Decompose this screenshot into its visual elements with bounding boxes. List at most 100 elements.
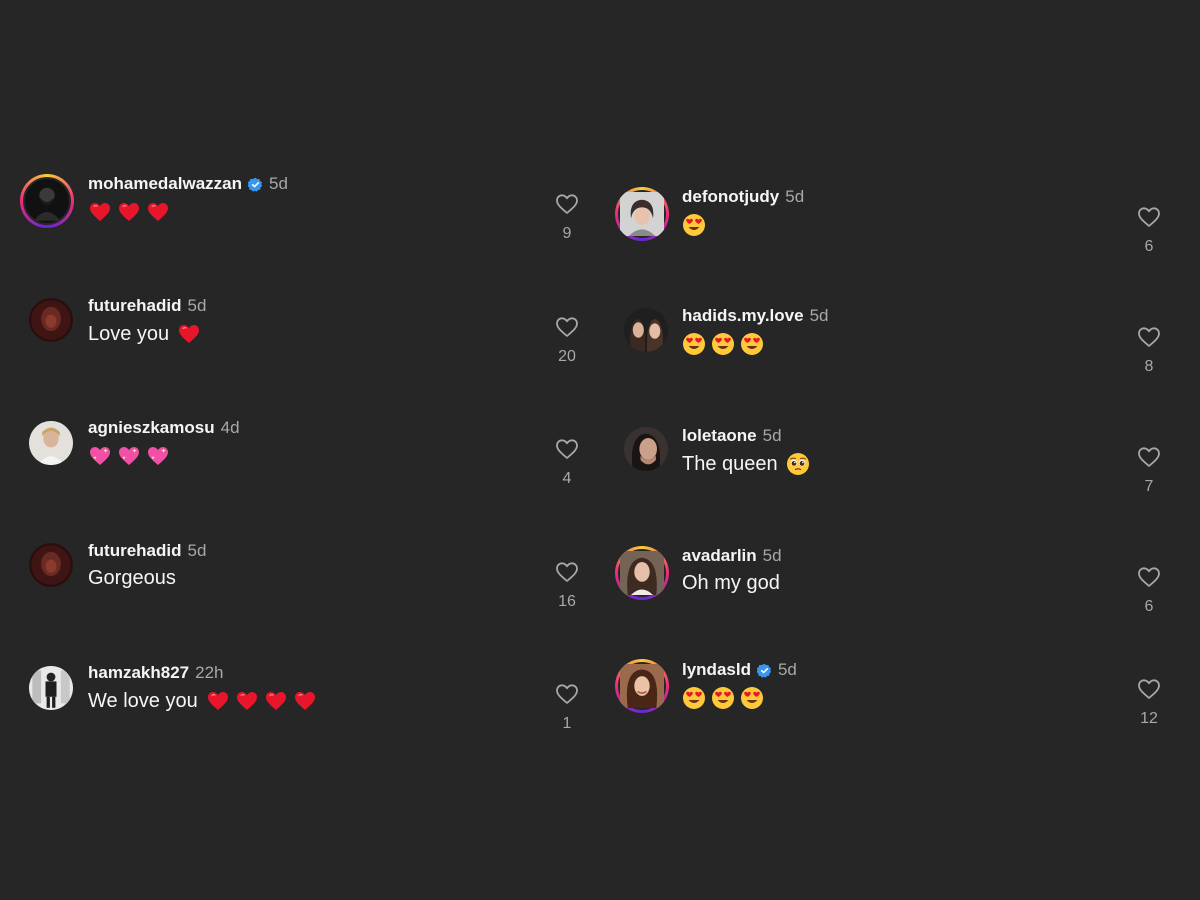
comment-text: Love you [88, 322, 201, 346]
verified-badge-icon [247, 177, 263, 192]
heart-eyes-emoji [682, 686, 706, 710]
comment-time: 5d [809, 306, 829, 325]
heart-eyes-emoji [740, 332, 764, 356]
like-button[interactable]: 20 [547, 316, 587, 366]
comment-item: futurehadid 5d Gorgeous 16 [0, 537, 600, 610]
red-heart-emoji [293, 689, 317, 713]
heart-outline-icon [547, 438, 587, 460]
comment-username[interactable]: loletaone [682, 426, 757, 446]
red-heart-emoji [117, 200, 141, 224]
like-button[interactable]: 12 [1129, 678, 1169, 728]
heart-outline-icon [547, 683, 587, 705]
like-button[interactable]: 1 [547, 683, 587, 733]
heart-outline-icon [1129, 446, 1169, 468]
like-button[interactable]: 8 [1129, 326, 1169, 376]
comment-username[interactable]: defonotjudy [682, 187, 779, 207]
comment-item: hamzakh827 22h We love you 1 [0, 659, 600, 732]
heart-outline-icon [547, 561, 587, 583]
like-count: 12 [1140, 710, 1158, 727]
like-button[interactable]: 6 [1129, 206, 1169, 256]
comment-username[interactable]: mohamedalwazzan [88, 174, 242, 194]
comment-item: lyndasld 5d 12 [600, 656, 1200, 728]
comment-username[interactable]: agnieszkamosu [88, 418, 215, 438]
heart-eyes-emoji [682, 332, 706, 356]
red-heart-emoji [177, 322, 201, 346]
avatar[interactable] [20, 174, 74, 228]
avatar[interactable] [29, 298, 73, 342]
avatar[interactable] [624, 427, 668, 471]
comment-item: avadarlin 5d Oh my god 6 [600, 542, 1200, 615]
comment-time: 5d [777, 660, 797, 679]
avatar[interactable] [29, 543, 73, 587]
heart-outline-icon [547, 193, 587, 215]
heart-outline-icon [1129, 678, 1169, 700]
heart-outline-icon [1129, 566, 1169, 588]
comment-text [682, 332, 764, 356]
comment-item: loletaone 5d The queen 7 [600, 422, 1200, 495]
comment-text [682, 213, 706, 237]
like-count: 4 [562, 470, 572, 487]
like-button[interactable]: 9 [547, 193, 587, 243]
comment-username[interactable]: futurehadid [88, 296, 182, 316]
comment-text [682, 686, 764, 710]
red-heart-emoji [264, 689, 288, 713]
comment-text [88, 200, 170, 224]
heart-eyes-emoji [711, 332, 735, 356]
comment-text-content: Gorgeous [88, 567, 176, 589]
heart-eyes-emoji [682, 213, 706, 237]
comment-time: 5d [762, 426, 782, 445]
like-count: 1 [562, 715, 572, 732]
like-button[interactable]: 6 [1129, 566, 1169, 616]
comment-text: Gorgeous [88, 567, 176, 590]
comment-username[interactable]: avadarlin [682, 546, 757, 566]
heart-outline-icon [547, 316, 587, 338]
comment-item: defonotjudy 5d 6 [600, 183, 1200, 256]
comment-item: agnieszkamosu 4d 4 [0, 414, 600, 487]
comment-time: 5d [187, 541, 207, 560]
comment-username[interactable]: futurehadid [88, 541, 182, 561]
comment-time: 4d [220, 418, 240, 437]
like-count: 6 [1144, 598, 1154, 615]
comment-text [88, 444, 170, 468]
comment-username[interactable]: hamzakh827 [88, 663, 189, 683]
red-heart-emoji [146, 200, 170, 224]
pleading-face-emoji [786, 452, 810, 476]
avatar[interactable] [615, 659, 669, 713]
verified-badge-icon [756, 663, 772, 678]
comment-item: mohamedalwazzan 5d 9 [0, 170, 600, 243]
like-button[interactable]: 7 [1129, 446, 1169, 496]
red-heart-emoji [88, 200, 112, 224]
comment-text-content: Love you [88, 322, 170, 345]
comment-username[interactable]: lyndasld [682, 660, 751, 680]
avatar[interactable] [615, 187, 669, 241]
comment-time: 5d [785, 187, 805, 206]
comment-time: 5d [269, 174, 288, 193]
comment-item: hadids.my.love 5d 8 [600, 302, 1200, 375]
comment-username[interactable]: hadids.my.love [682, 306, 804, 326]
comment-time: 22h [195, 663, 224, 682]
like-count: 7 [1144, 478, 1154, 495]
sparkling-heart-emoji [117, 444, 141, 468]
red-heart-emoji [235, 689, 259, 713]
avatar[interactable] [624, 308, 668, 352]
heart-outline-icon [1129, 206, 1169, 228]
avatar[interactable] [29, 666, 73, 710]
comment-text-content: Oh my god [682, 572, 780, 594]
avatar[interactable] [615, 546, 669, 600]
like-button[interactable]: 4 [547, 438, 587, 488]
like-count: 16 [558, 593, 576, 610]
heart-outline-icon [1129, 326, 1169, 348]
like-count: 8 [1144, 358, 1154, 375]
like-button[interactable]: 16 [547, 561, 587, 611]
like-count: 9 [562, 225, 572, 242]
comment-text: We love you [88, 689, 317, 713]
sparkling-heart-emoji [88, 444, 112, 468]
red-heart-emoji [206, 689, 230, 713]
avatar[interactable] [29, 421, 73, 465]
like-count: 6 [1144, 238, 1154, 255]
heart-eyes-emoji [711, 686, 735, 710]
comment-time: 5d [762, 546, 782, 565]
sparkling-heart-emoji [146, 444, 170, 468]
comment-text: The queen [682, 452, 810, 476]
comment-text: Oh my god [682, 572, 780, 595]
